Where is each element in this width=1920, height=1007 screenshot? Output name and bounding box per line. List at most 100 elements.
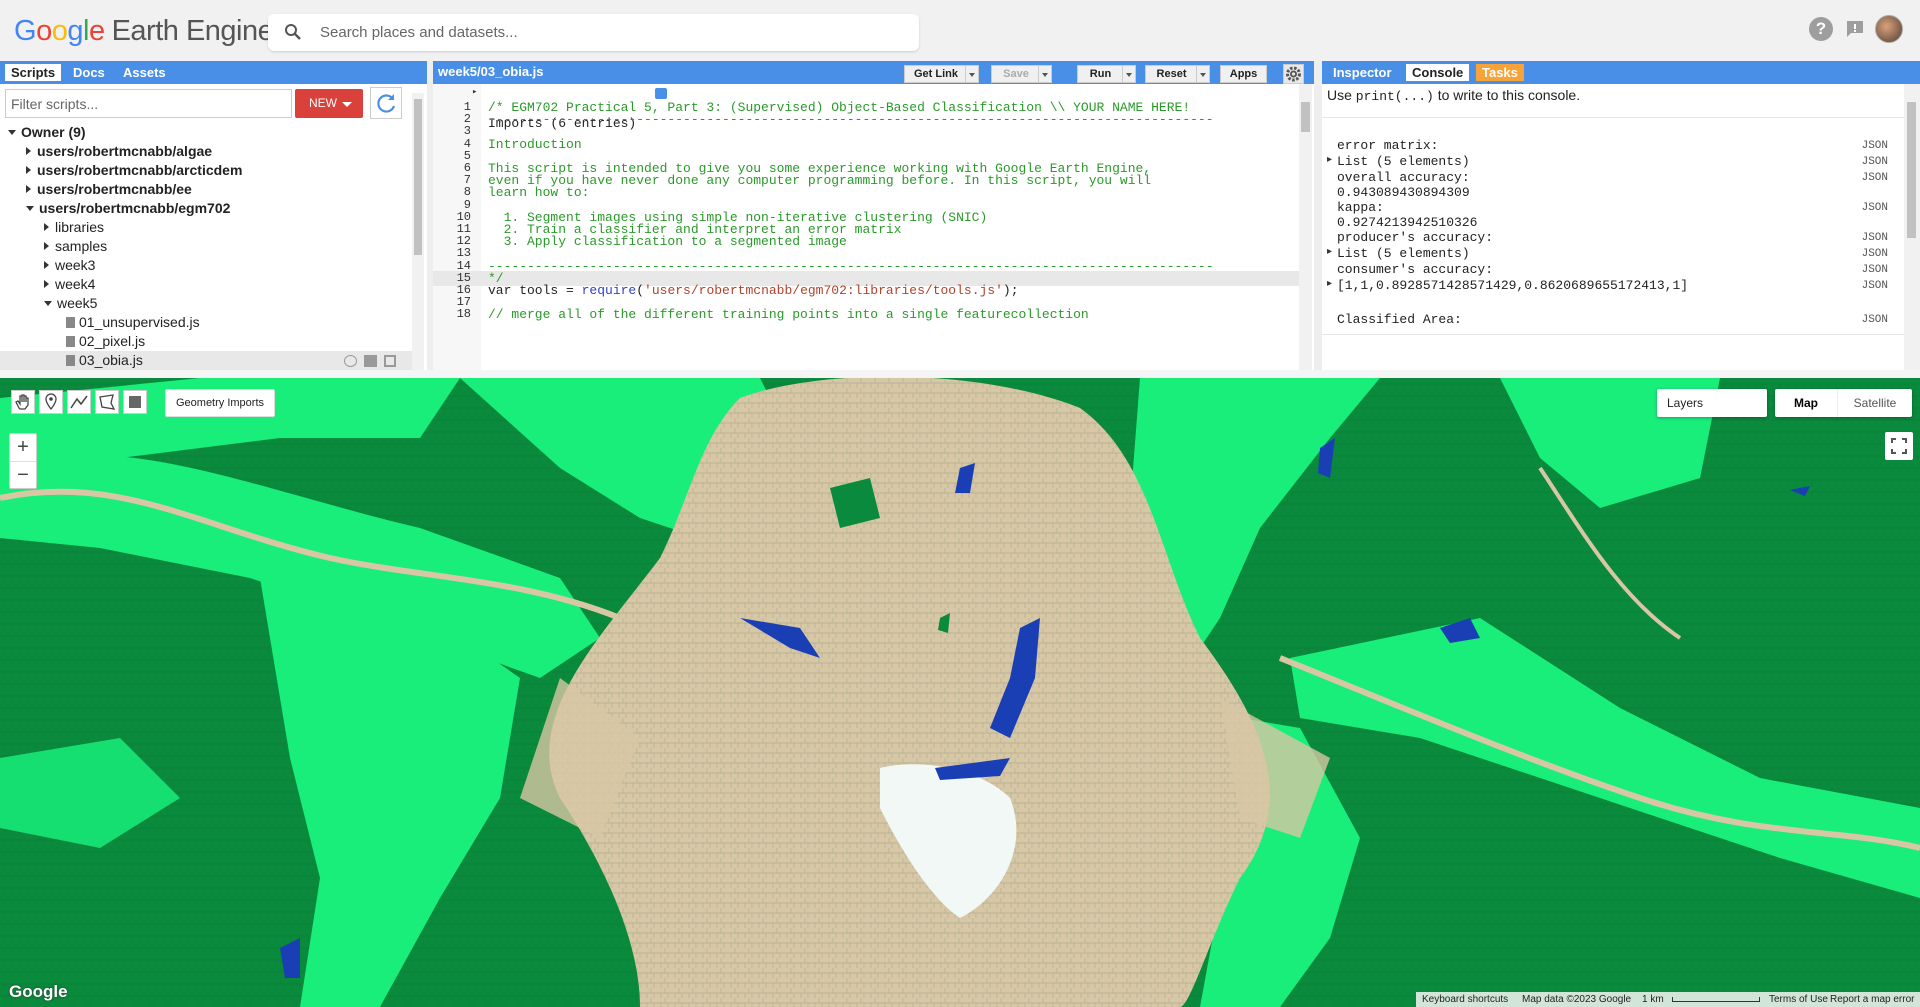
- script-title: week5/03_obia.js: [438, 64, 544, 79]
- search-bar[interactable]: [268, 14, 919, 51]
- console-row[interactable]: ▸ List (5 elements) JSON: [1322, 246, 1904, 261]
- save-dropdown[interactable]: [1038, 65, 1052, 83]
- tab-docs[interactable]: Docs: [67, 64, 111, 81]
- zoom-control: + −: [9, 433, 37, 489]
- zoom-out-button[interactable]: −: [10, 462, 36, 490]
- tree-item-label: week5: [57, 295, 98, 311]
- json-toggle[interactable]: JSON: [1862, 202, 1888, 214]
- scrollbar-thumb[interactable]: [1301, 102, 1310, 132]
- tab-inspector[interactable]: Inspector: [1327, 64, 1398, 81]
- json-toggle[interactable]: JSON: [1862, 232, 1888, 244]
- map-type-map[interactable]: Map: [1775, 389, 1837, 417]
- panel-resizer-right[interactable]: [1314, 61, 1322, 370]
- run-button[interactable]: Run: [1077, 65, 1124, 83]
- expand-arrow-icon[interactable]: ▸: [472, 85, 477, 100]
- logo-letter: G: [14, 15, 37, 47]
- help-icon[interactable]: ?: [1809, 17, 1833, 41]
- scrollbar-thumb[interactable]: [1907, 102, 1916, 238]
- tree-item[interactable]: week3: [0, 256, 412, 275]
- search-input[interactable]: [320, 14, 900, 51]
- console-text: 0.9274213942510326: [1337, 215, 1478, 230]
- chevron-right-icon: [44, 261, 49, 269]
- tree-item[interactable]: users/robertmcnabb/ee: [0, 180, 412, 199]
- tree-item[interactable]: 01_unsupervised.js: [0, 313, 412, 332]
- layers-button[interactable]: Layers: [1657, 389, 1767, 417]
- apps-button[interactable]: Apps: [1220, 65, 1267, 83]
- code-line[interactable]: 18 // merge all of the different training…: [433, 307, 1299, 322]
- draw-line-button[interactable]: [67, 390, 91, 414]
- add-marker-button[interactable]: [39, 390, 63, 414]
- console-text: overall accuracy:: [1337, 170, 1470, 185]
- tree-item[interactable]: 02_pixel.js: [0, 332, 412, 351]
- json-toggle[interactable]: JSON: [1862, 172, 1888, 184]
- run-dropdown[interactable]: [1122, 65, 1136, 83]
- scale-label: 1 km: [1642, 994, 1664, 1005]
- imports-row[interactable]: ▸ Imports (6 entries): [433, 85, 1299, 131]
- scripts-panel-header: Scripts Docs Assets: [0, 61, 427, 84]
- terms-link[interactable]: Terms of Use: [1769, 992, 1828, 1007]
- fullscreen-button[interactable]: [1885, 432, 1913, 460]
- map-type-satellite[interactable]: Satellite: [1837, 389, 1912, 417]
- zoom-in-button[interactable]: +: [10, 434, 36, 462]
- scrollbar-thumb[interactable]: [414, 99, 422, 255]
- earth-engine-logo[interactable]: Google Earth Engine: [14, 15, 274, 48]
- delete-icon[interactable]: [384, 355, 396, 367]
- tab-assets[interactable]: Assets: [117, 64, 172, 81]
- reset-button[interactable]: Reset: [1145, 65, 1198, 83]
- json-toggle[interactable]: JSON: [1862, 248, 1888, 260]
- tree-item[interactable]: libraries: [0, 218, 412, 237]
- tree-item[interactable]: users/robertmcnabb/egm702: [0, 199, 412, 218]
- reset-dropdown[interactable]: [1196, 65, 1210, 83]
- get-link-button[interactable]: Get Link: [904, 65, 968, 83]
- new-button[interactable]: NEW: [295, 89, 363, 118]
- scripts-scrollbar[interactable]: [412, 93, 424, 370]
- file-icon: [66, 317, 75, 328]
- draw-rectangle-button[interactable]: [123, 390, 147, 414]
- get-link-dropdown[interactable]: [965, 65, 979, 83]
- expand-arrow-icon[interactable]: ▸: [1327, 246, 1332, 257]
- json-toggle[interactable]: JSON: [1862, 314, 1888, 326]
- chevron-right-icon: [26, 185, 31, 193]
- console-row[interactable]: ▸ [1,1,0.8928571428571429,0.8620689655172…: [1322, 278, 1904, 293]
- refresh-button[interactable]: [370, 87, 402, 119]
- json-toggle[interactable]: JSON: [1862, 156, 1888, 168]
- draw-polygon-button[interactable]: [95, 390, 119, 414]
- keyboard-shortcuts-link[interactable]: Keyboard shortcuts: [1422, 992, 1508, 1007]
- tab-scripts[interactable]: Scripts: [5, 64, 62, 81]
- console-scrollbar[interactable]: [1904, 84, 1920, 370]
- settings-button[interactable]: [1283, 64, 1304, 84]
- pan-tool-button[interactable]: [11, 390, 35, 414]
- history-icon[interactable]: [344, 355, 357, 367]
- json-toggle[interactable]: JSON: [1862, 264, 1888, 276]
- tree-item[interactable]: week5: [0, 294, 412, 313]
- tree-item[interactable]: samples: [0, 237, 412, 256]
- report-error-link[interactable]: Report a map error: [1830, 992, 1914, 1007]
- tree-item[interactable]: Owner (9): [0, 123, 412, 142]
- logo-product-name: Earth Engine: [111, 15, 274, 47]
- map-canvas[interactable]: [0, 378, 1920, 1007]
- console-row[interactable]: ▸ List (5 elements) JSON: [1322, 154, 1904, 169]
- save-button[interactable]: Save: [991, 65, 1041, 83]
- filter-scripts-input[interactable]: [5, 89, 292, 118]
- map-data-attribution: Map data ©2023 Google: [1522, 994, 1632, 1005]
- console-divider: [1322, 117, 1904, 118]
- code-area[interactable]: ▸ Imports (6 entries) 1/* EGM702 Practic…: [433, 84, 1299, 370]
- expand-arrow-icon[interactable]: ▸: [1327, 278, 1332, 289]
- avatar[interactable]: [1875, 15, 1903, 43]
- console-row: kappa: JSON: [1322, 200, 1904, 215]
- tree-item[interactable]: week4: [0, 275, 412, 294]
- geometry-imports-button[interactable]: Geometry Imports: [165, 389, 275, 417]
- json-toggle[interactable]: JSON: [1862, 140, 1888, 152]
- line-number: 18: [456, 307, 471, 322]
- json-toggle[interactable]: JSON: [1862, 280, 1888, 292]
- rename-icon[interactable]: [364, 355, 377, 367]
- tab-tasks[interactable]: Tasks: [1476, 64, 1524, 81]
- console-text: [1,1,0.8928571428571429,0.86206896551724…: [1337, 278, 1689, 293]
- editor-scrollbar[interactable]: [1299, 84, 1312, 370]
- expand-arrow-icon[interactable]: ▸: [1327, 154, 1332, 165]
- tree-item[interactable]: users/robertmcnabb/arcticdem: [0, 161, 412, 180]
- tree-item[interactable]: users/robertmcnabb/algae: [0, 142, 412, 161]
- imports-icon[interactable]: [655, 88, 667, 99]
- tab-console[interactable]: Console: [1406, 64, 1470, 81]
- feedback-icon[interactable]: [1843, 17, 1867, 41]
